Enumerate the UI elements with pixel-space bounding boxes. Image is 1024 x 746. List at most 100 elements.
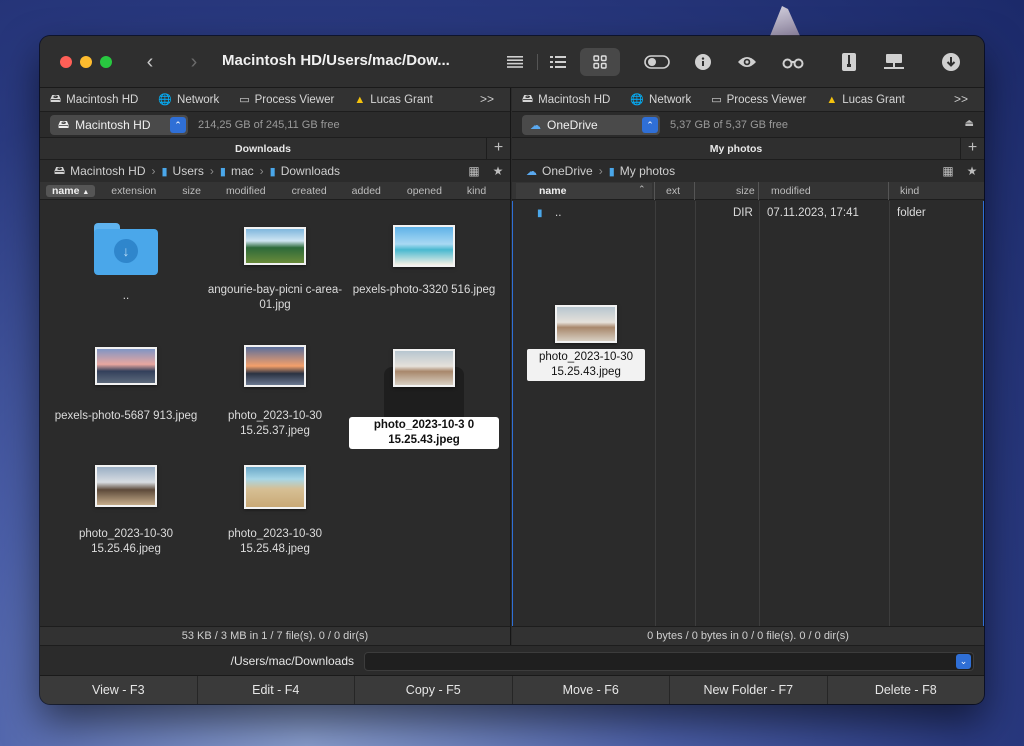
tab-macintosh-hd[interactable]: 🖴 Macintosh HD [522,90,610,109]
tab-network[interactable]: 🌐 Network [158,93,219,107]
breadcrumb-item[interactable]: Downloads [281,164,340,178]
grid-item-file[interactable]: photo_2023-10-30 15.25.46.jpeg [51,465,201,557]
column-ext[interactable]: ext [666,185,680,197]
grid-item-label: pexels-photo-5687 913.jpeg [54,410,198,422]
globe-icon: 🌐 [158,94,173,106]
folder-icon: ▮ [219,165,226,178]
star-icon[interactable]: ★ [960,160,984,182]
image-thumbnail [393,225,455,267]
sort-ascending-icon: ▲ [82,188,90,196]
breadcrumb-item[interactable]: OneDrive [542,164,593,178]
add-tab-button[interactable]: + [486,138,510,160]
image-thumbnail [95,347,157,385]
more-tabs-button[interactable]: >> [480,92,494,106]
column-kind[interactable]: kind [467,185,486,197]
right-drive-selector[interactable]: ☁ OneDrive ⌃ [522,115,660,135]
edit-button[interactable]: Edit - F4 [198,676,355,704]
column-size[interactable]: size [182,185,201,197]
tab-macintosh-hd[interactable]: 🖴 Macintosh HD [50,90,138,109]
panel-icon[interactable]: ▦ [936,160,960,182]
column-modified[interactable]: modified [771,185,811,197]
panel-icon[interactable]: ▦ [462,160,486,182]
chevron-down-icon[interactable]: ⌄ [956,654,971,669]
network-drive-icon[interactable] [879,48,909,76]
grid-item-file-selected[interactable]: photo_2023-10-3 0 15.25.43.jpeg [349,349,499,449]
title-bar: ‹ › Macintosh HD/Users/mac/Dow... [40,36,984,88]
left-free-space: 214,25 GB of 245,11 GB free [198,119,340,131]
breadcrumb-item[interactable]: My photos [620,164,675,178]
grid-item-label: pexels-photo-3320 516.jpeg [352,284,496,296]
close-window-button[interactable] [60,56,72,68]
grid-item-file[interactable]: photo_2023-10-30 15.25.48.jpeg [200,465,350,557]
column-extension[interactable]: extension [111,185,156,197]
right-pane-title-row: My photos + [512,138,984,160]
move-button[interactable]: Move - F6 [513,676,670,704]
minimize-window-button[interactable] [80,56,92,68]
grid-item-file[interactable]: photo_2023-10-30 15.25.37.jpeg [200,345,350,439]
tab-network[interactable]: 🌐 Network [630,93,691,107]
tab-lucas-grant[interactable]: ▲ Lucas Grant [354,94,433,106]
view-button[interactable]: View - F3 [40,676,198,704]
delete-button[interactable]: Delete - F8 [828,676,985,704]
archive-icon[interactable] [834,48,864,76]
copy-button[interactable]: Copy - F5 [355,676,513,704]
left-drive-selector[interactable]: 🖴 Macintosh HD ⌃ [50,115,188,135]
right-file-list: ▮ .. DIR 07.11.2023, 17:41 folder photo_… [512,201,984,645]
new-folder-button[interactable]: New Folder - F7 [670,676,828,704]
column-divider[interactable] [654,182,655,200]
tab-process-viewer[interactable]: ▭ Process Viewer [239,93,334,107]
column-opened[interactable]: opened [407,185,442,197]
right-free-space: 5,37 GB of 5,37 GB free [670,119,789,131]
detail-list-icon[interactable] [543,48,573,76]
grid-item-parent-folder[interactable]: ↓ .. [51,223,201,304]
column-name-label: name [539,185,567,197]
image-thumbnail [244,345,306,387]
more-tabs-button[interactable]: >> [954,92,968,106]
toolbar-separator [537,54,538,70]
tab-lucas-grant[interactable]: ▲ Lucas Grant [826,94,905,106]
dragged-file-preview[interactable]: photo_2023-10-30 15.25.43.jpeg [527,305,645,381]
zoom-window-button[interactable] [100,56,112,68]
grid-view-icon[interactable] [580,48,620,76]
grid-item-label-selected: photo_2023-10-3 0 15.25.43.jpeg [349,417,499,449]
column-added[interactable]: added [352,185,381,197]
back-icon[interactable]: ‹ [138,50,162,74]
column-divider[interactable] [694,182,695,200]
breadcrumb-item[interactable]: mac [231,164,254,178]
binoculars-icon[interactable] [778,48,808,76]
column-divider[interactable] [758,182,759,200]
column-name[interactable] [516,183,652,199]
column-size[interactable]: size [736,185,755,197]
forward-icon[interactable]: › [182,50,206,74]
column-modified[interactable]: modified [226,185,266,197]
download-icon[interactable] [936,48,966,76]
tab-process-viewer[interactable]: ▭ Process Viewer [711,93,806,107]
toggle-icon[interactable] [642,48,672,76]
column-name[interactable]: name ▲ [46,184,96,197]
command-input[interactable]: ⌄ [364,652,974,671]
table-row[interactable]: ▮ .. DIR 07.11.2023, 17:41 folder [513,205,983,223]
column-created[interactable]: created [292,185,327,197]
list-view-icon[interactable] [500,48,530,76]
breadcrumb-item[interactable]: Users [173,164,204,178]
breadcrumb-item[interactable]: Macintosh HD [70,164,145,178]
grid-item-file[interactable]: angourie-bay-picni c-area-01.jpg [200,227,350,313]
info-icon[interactable] [688,48,718,76]
right-pane: 🖴 Macintosh HD 🌐 Network ▭ Process Viewer ▲… [512,88,984,645]
add-tab-button[interactable]: + [960,138,984,160]
left-drive-row: 🖴 Macintosh HD ⌃ 214,25 GB of 245,11 GB … [40,112,510,138]
column-line [759,201,760,644]
eye-icon[interactable] [732,48,762,76]
column-kind[interactable]: kind [900,185,919,197]
grid-item-file[interactable]: pexels-photo-5687 913.jpeg [51,347,201,424]
chevron-right-icon: › [151,164,156,178]
chevron-right-icon: › [259,164,264,178]
chevron-right-icon: › [598,164,603,178]
google-drive-icon: ▲ [354,93,366,106]
eject-icon[interactable]: ⏏ [965,118,974,129]
star-icon[interactable]: ★ [486,160,510,182]
column-line [889,201,890,644]
column-divider[interactable] [888,182,889,200]
monitor-icon: ▭ [239,94,250,106]
grid-item-file[interactable]: pexels-photo-3320 516.jpeg [349,225,499,298]
